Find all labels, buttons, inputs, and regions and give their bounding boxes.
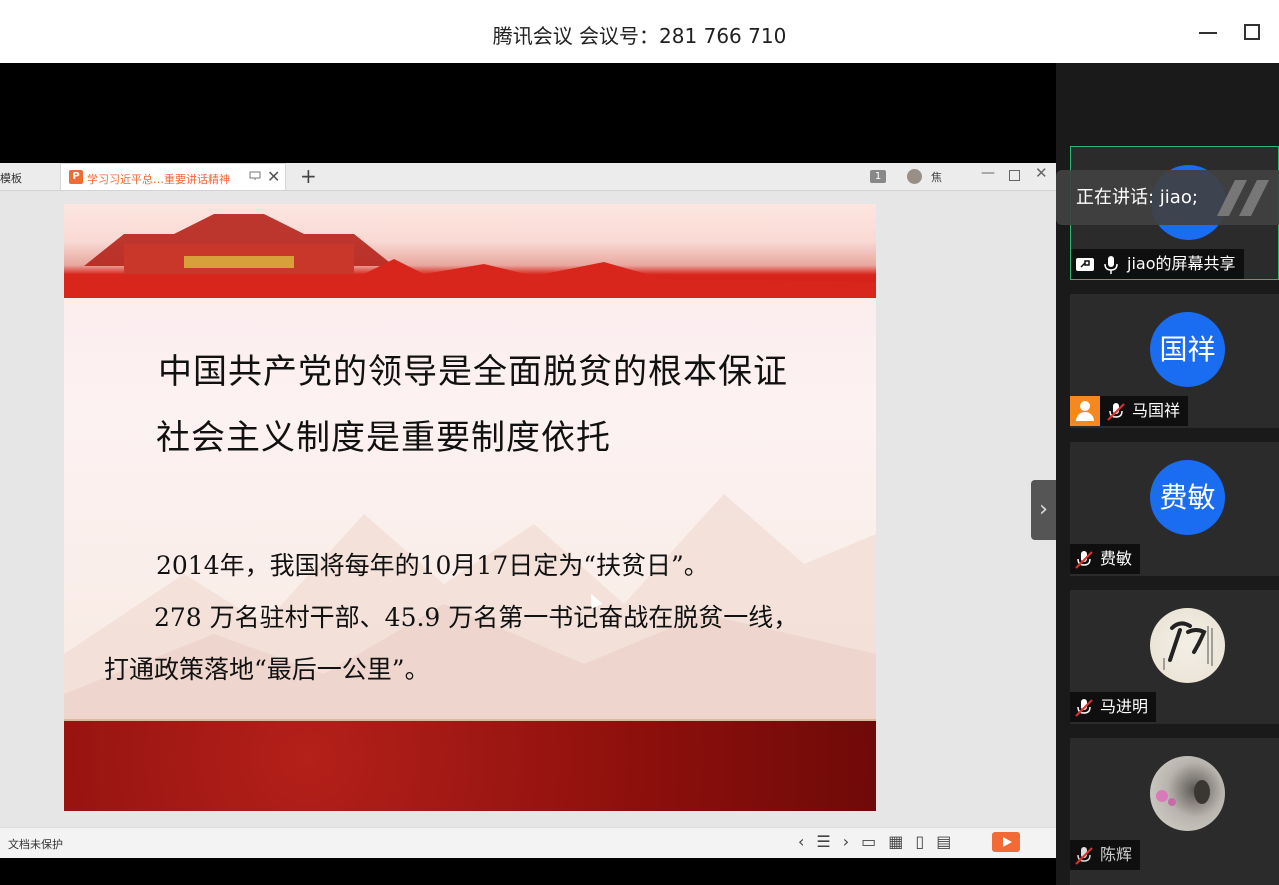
speaking-indicator: 正在讲话: jiao; <box>1056 170 1279 225</box>
screen-share-icon <box>1076 257 1094 271</box>
minimize-button[interactable] <box>1196 20 1220 44</box>
participant-name-tag: 马国祥 <box>1070 396 1189 426</box>
speaking-logo-icon <box>1217 180 1269 216</box>
speaking-text: 正在讲话: jiao; <box>1076 187 1198 208</box>
avatar: 国祥 <box>1150 312 1225 387</box>
play-slideshow-button[interactable] <box>992 832 1020 852</box>
participant-name-tag: jiao的屏幕共享 <box>1071 249 1244 279</box>
participant-tile[interactable]: 费敏 费敏 <box>1070 442 1279 576</box>
tab-templates[interactable]: 模板 <box>0 170 22 186</box>
tab-presentation[interactable]: P 学习习近平总…重要讲话精神 ✕ <box>60 163 286 190</box>
wps-close-icon[interactable]: ✕ <box>1035 164 1048 182</box>
new-tab-button[interactable]: + <box>300 164 317 188</box>
participant-name-tag: 马进明 <box>1070 692 1157 722</box>
tiananmen-image <box>64 214 876 298</box>
slide-list-icon[interactable]: ☰ <box>816 832 842 851</box>
page-count-badge: 1 <box>870 170 886 183</box>
mic-off-icon <box>1075 846 1093 865</box>
participant-tile[interactable]: 国祥 马国祥 <box>1070 294 1279 428</box>
host-icon <box>1070 396 1100 426</box>
window-title: 腾讯会议 会议号：281 766 710 <box>492 24 787 48</box>
maximize-button[interactable] <box>1240 20 1264 44</box>
slide-body-3: 打通政策落地“最后一公里”。 <box>104 655 430 684</box>
participant-name: 马进明 <box>1100 697 1149 716</box>
shared-screen: 模板 P 学习习近平总…重要讲话精神 ✕ + 1 焦 — ✕ 中国共产党的领导是… <box>0 63 1056 885</box>
wps-restore-icon[interactable] <box>1009 170 1020 181</box>
participant-name: 陈辉 <box>1100 845 1133 864</box>
tab-close-icon[interactable]: ✕ <box>267 167 280 186</box>
slide-nav-controls[interactable]: ‹☰›▭▦▯▤ <box>798 832 963 851</box>
slide-heading-2: 社会主义制度是重要制度依托 <box>156 418 611 458</box>
mic-off-icon <box>1107 402 1125 421</box>
wps-minimize-icon[interactable]: — <box>981 165 995 181</box>
user-name[interactable]: 焦 <box>931 169 942 185</box>
prev-slide-icon[interactable]: ‹ <box>798 832 816 851</box>
notes-view-icon[interactable]: ▤ <box>936 832 963 851</box>
participant-name: 马国祥 <box>1132 401 1181 420</box>
document-protection-status[interactable]: 文档未保护 <box>8 836 63 852</box>
slide-body-1: 2014年，我国将每年的10月17日定为“扶贫日”。 <box>156 551 709 580</box>
normal-view-icon[interactable]: ▭ <box>861 832 888 851</box>
avatar: 费敏 <box>1150 460 1225 535</box>
tab-bar: 模板 P 学习习近平总…重要讲话精神 ✕ + 1 焦 — ✕ <box>0 163 1056 191</box>
participant-name: jiao的屏幕共享 <box>1127 254 1236 273</box>
mic-off-icon <box>1075 550 1093 569</box>
participant-tile[interactable]: 陈辉 <box>1070 738 1279 885</box>
slide-body-2: 278 万名驻村干部、45.9 万名第一书记奋战在脱贫一线， <box>154 603 799 632</box>
slide-banner-image <box>64 204 876 298</box>
mic-off-icon <box>1075 698 1093 717</box>
participant-name-tag: 费敏 <box>1070 544 1141 574</box>
next-slide-icon[interactable]: › <box>843 832 861 851</box>
app-title-bar: 腾讯会议 会议号：281 766 710 <box>0 0 1279 63</box>
participant-name-tag: 陈辉 <box>1070 840 1141 870</box>
grid-view-icon[interactable]: ▦ <box>888 832 915 851</box>
participant-name: 费敏 <box>1100 549 1133 568</box>
tab-label: 学习习近平总…重要讲话精神 <box>87 173 230 186</box>
participant-tile[interactable]: 马进明 <box>1070 590 1279 724</box>
presentation-file-icon: P <box>69 170 83 184</box>
presentation-window: 模板 P 学习习近平总…重要讲话精神 ✕ + 1 焦 — ✕ 中国共产党的领导是… <box>0 163 1056 858</box>
avatar-calligraphy-image <box>1150 608 1225 683</box>
slide-footer-image <box>64 719 876 811</box>
screen-icon[interactable] <box>249 171 261 181</box>
slide-heading-1: 中国共产党的领导是全面脱贫的根本保证 <box>158 352 788 392</box>
slide: 中国共产党的领导是全面脱贫的根本保证 社会主义制度是重要制度依托 2014年，我… <box>64 204 876 811</box>
reading-view-icon[interactable]: ▯ <box>915 832 936 851</box>
mic-on-icon <box>1104 255 1118 274</box>
status-bar: 文档未保护 ‹☰›▭▦▯▤ <box>0 827 1056 858</box>
avatar-photo-image <box>1150 756 1225 831</box>
user-avatar[interactable] <box>907 169 922 184</box>
collapse-panel-button[interactable]: › <box>1031 480 1056 540</box>
